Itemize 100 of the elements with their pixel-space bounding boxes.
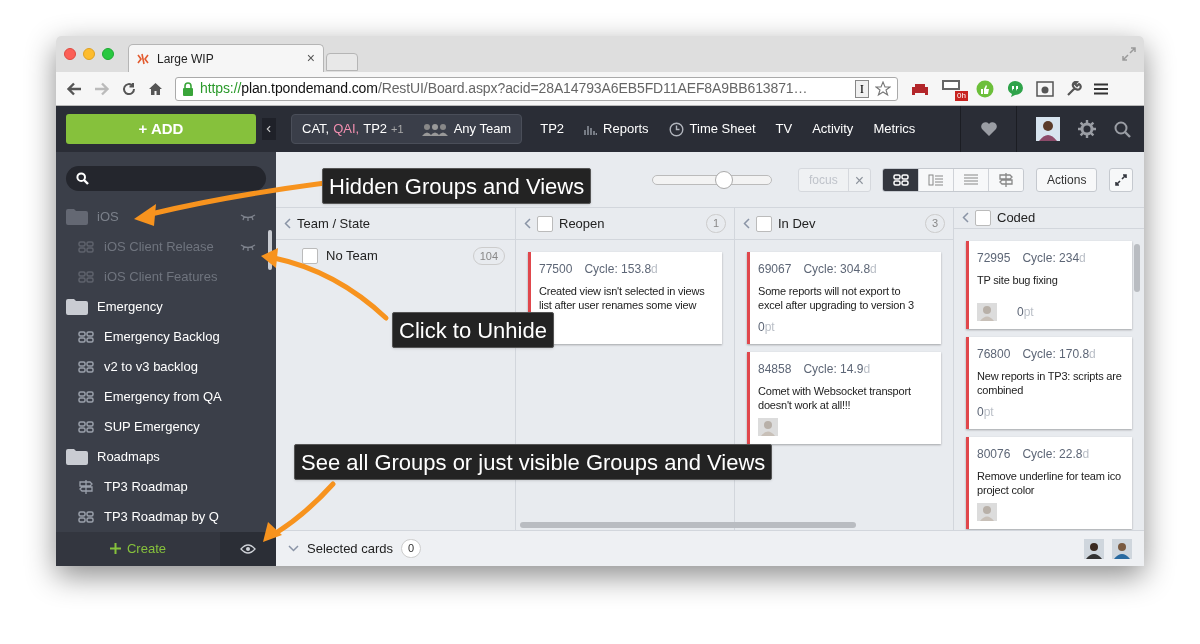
nav-link[interactable]: Time Sheet [668,119,756,139]
card-title: Remove underline for team ico project color [977,468,1122,497]
visibility-toggle[interactable] [220,531,276,566]
board-item[interactable]: TP3 Roadmap by Q [56,501,276,532]
star-icon[interactable] [875,80,891,97]
browser-tab[interactable]: Large WIP × [128,44,324,72]
card-title: New reports in TP3: scripts are combined [977,368,1123,397]
checkbox[interactable] [756,215,772,232]
board-item[interactable]: TP3 Roadmap [56,471,276,502]
checkbox[interactable] [975,209,991,226]
view-mode-tab[interactable] [883,168,919,191]
folder-icon [66,208,88,225]
home-icon[interactable] [148,81,163,96]
search-field[interactable] [66,166,266,191]
menu-icon[interactable] [1094,82,1108,95]
close-window-button[interactable] [64,48,76,60]
card-title: Created view isn't selected in views list after user renames some view [539,284,706,312]
tab-title: Large WIP [157,50,214,68]
nav-link[interactable]: Metrics [873,119,916,139]
nav-link[interactable]: TV [775,119,793,139]
expand-button[interactable] [1109,167,1134,192]
closed-eye-icon[interactable] [240,212,256,221]
avatar[interactable] [1036,117,1060,141]
card-id: 77500 [539,261,573,278]
avatar [1112,538,1132,559]
closed-eye-icon[interactable] [240,242,256,251]
card-title: Some reports will not export to excel after upgrading to version 3 [758,284,915,312]
minimize-window-button[interactable] [83,48,95,60]
slider-thumb[interactable] [714,170,733,189]
chevron-left-icon[interactable] [743,218,750,229]
cycle-time: Cycle: 170.8d [1022,345,1096,363]
search-icon[interactable] [1114,120,1131,138]
cycle-time: Cycle: 304.8d [803,261,877,278]
scrollbar[interactable] [520,522,856,528]
column-title: Coded [997,209,1036,227]
task-card[interactable]: 80076 Cycle: 22.8d Remove underline for team ico project color [966,436,1132,529]
quote-bubble-icon[interactable] [1006,79,1024,98]
back-icon[interactable] [66,81,82,96]
signpost-icon [78,479,94,494]
task-card[interactable]: 72995 Cycle: 234d TP site bug fixing 0pt [966,240,1132,329]
forward-icon[interactable] [94,81,110,96]
camera-icon[interactable] [1036,80,1054,97]
task-card[interactable]: 84858 Cycle: 14.9d Comet with Websocket transport doesn't work at all!!! [747,352,941,444]
context-selector[interactable]: CAT, QAI, TP2 +1 Any Team [291,114,523,144]
board-item[interactable]: Emergency Backlog [56,321,276,352]
cycle-time: Cycle: 22.8d [1022,445,1090,463]
expand-icon [1115,173,1128,186]
zoom-window-button[interactable] [102,48,114,60]
card-id: 69067 [758,261,792,278]
grid-icon [78,420,94,433]
group-item[interactable]: Roadmaps [56,441,276,472]
chevron-down-icon[interactable] [288,545,299,552]
folder-icon [66,448,88,465]
group-item[interactable]: Emergency [56,291,276,322]
grid-icon [78,390,94,403]
callout: See all Groups or just visible Groups and Views [294,444,773,480]
sofa-icon[interactable] [910,81,930,96]
address-field[interactable]: https://plan.tpondemand.com/RestUI/Board.aspx?acid=28A14793A6EB5FD11AEF8A9BB613871… I [175,76,898,101]
chevron-left-icon[interactable] [284,218,291,229]
board-item[interactable]: SUP Emergency [56,411,276,442]
board-item[interactable]: v2 to v3 backlog [56,351,276,382]
reload-icon[interactable] [122,81,136,96]
nav-link[interactable]: Activity [812,119,854,139]
nav-link[interactable]: TP2 [540,119,565,139]
url-text: https://plan.tpondemand.com/RestUI/Board.aspx?acid=28A14793A6EB5FD11AEF8A9BB613871… [200,79,808,98]
cycle-time: Cycle: 14.9d [803,361,871,378]
reader-button[interactable]: I [854,79,869,98]
actions-button[interactable]: Actions [1036,167,1098,192]
nav-link[interactable]: Reports [584,119,649,139]
settings-icon[interactable] [1078,120,1096,138]
board-item[interactable]: Emergency from QA [56,381,276,412]
wrench-icon[interactable] [1066,80,1082,97]
grid-icon [78,270,94,283]
chevron-left-icon[interactable] [524,218,531,229]
new-tab-button[interactable] [326,53,358,71]
axis-title: Team / State [297,214,370,233]
grid-icon [78,510,94,523]
screen-icon[interactable] [942,79,960,90]
logo-icon [137,52,149,65]
folder-icon [66,298,88,315]
column-title: In Dev [778,214,816,233]
thumbs-up-icon[interactable] [976,79,994,98]
task-card[interactable]: 69067 Cycle: 304.8d Some reports will not export to excel after upgrading to version 3 0pt [747,252,941,344]
card-points: 0pt [758,319,775,336]
card-id: 80076 [977,445,1011,463]
cycle-time: Cycle: 153.8d [584,261,658,278]
chevron-left-icon[interactable] [962,212,969,224]
card-points: 0pt [1017,303,1034,321]
checkbox[interactable] [537,215,553,232]
grid-icon [78,360,94,373]
checkbox[interactable] [302,248,318,264]
fullscreen-icon[interactable] [1122,47,1136,61]
collapse-icon[interactable] [262,118,276,140]
tab-close-button[interactable]: × [306,48,315,69]
task-card[interactable]: 76800 Cycle: 170.8d New reports in TP3: scripts are combined 0pt [966,336,1132,429]
clock-icon [668,121,684,137]
card-id: 84858 [758,361,792,378]
heart-icon[interactable] [979,121,998,137]
card-title: TP site bug fixing [977,272,1059,287]
scrollbar[interactable] [1134,244,1140,292]
